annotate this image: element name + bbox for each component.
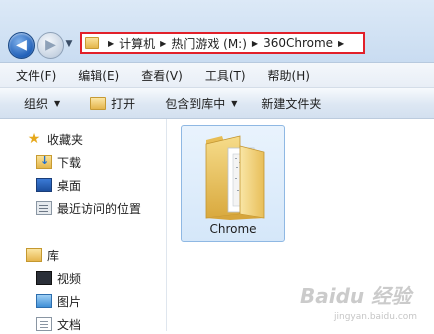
- sidebar-item-label: 视频: [57, 271, 82, 286]
- chevron-right-icon[interactable]: ▶: [252, 39, 258, 48]
- breadcrumb-folder[interactable]: 360Chrome: [263, 36, 333, 50]
- watermark-url: jingyan.baidu.com: [334, 312, 418, 322]
- sidebar-item-label: 图片: [57, 294, 82, 309]
- recent-pages-dropdown[interactable]: ▼: [64, 38, 74, 50]
- include-in-library-button[interactable]: 包含到库中 ▼: [165, 95, 237, 112]
- sidebar-item-label: 最近访问的位置: [57, 201, 142, 216]
- command-bar: 组织 ▼ 打开 包含到库中 ▼ 新建文件夹: [0, 88, 434, 119]
- menu-view[interactable]: 查看(V): [125, 67, 189, 84]
- library-icon: [26, 248, 42, 262]
- desktop-icon: [36, 178, 52, 192]
- picture-library-icon: [36, 294, 52, 308]
- folder-icon: [85, 37, 99, 49]
- downloads-folder-icon: [36, 154, 52, 169]
- new-folder-label: 新建文件夹: [261, 96, 322, 111]
- chevron-right-icon[interactable]: ▶: [160, 39, 166, 48]
- menu-help[interactable]: 帮助(H): [252, 67, 316, 84]
- sidebar-item-libraries[interactable]: 库: [26, 245, 59, 265]
- sidebar-item-documents[interactable]: 文档: [36, 314, 81, 334]
- folder-name: Chrome: [209, 222, 257, 236]
- caret-down-icon: ▼: [231, 98, 238, 108]
- organize-button[interactable]: 组织 ▼: [24, 95, 60, 112]
- caret-down-icon: ▼: [54, 98, 61, 108]
- back-button[interactable]: ◀: [8, 32, 35, 59]
- sidebar-item-label: 文档: [57, 317, 82, 332]
- new-folder-button[interactable]: 新建文件夹: [261, 95, 321, 112]
- sidebar-item-label: 桌面: [57, 178, 82, 193]
- include-in-library-label: 包含到库中: [165, 96, 226, 111]
- menu-bar: 文件(F) 编辑(E) 查看(V) 工具(T) 帮助(H): [0, 63, 434, 88]
- sidebar-item-downloads[interactable]: 下载: [36, 152, 81, 172]
- title-bar: ◀ ▶ ▼ ▶ 计算机 ▶ 热门游戏 (M:) ▶ 360Chrome ▶: [0, 0, 434, 63]
- sidebar-item-videos[interactable]: 视频: [36, 268, 81, 288]
- chevron-right-icon[interactable]: ▶: [338, 39, 344, 48]
- menu-edit[interactable]: 编辑(E): [62, 67, 125, 84]
- open-label: 打开: [111, 96, 136, 111]
- navigation-pane: ★ 收藏夹 下载 桌面 最近访问的位置 库 视频 图片 文档: [0, 119, 167, 334]
- address-bar[interactable]: ▶ 计算机 ▶ 热门游戏 (M:) ▶ 360Chrome ▶: [80, 32, 365, 54]
- open-button[interactable]: 打开: [90, 95, 135, 112]
- menu-tools[interactable]: 工具(T): [189, 67, 252, 84]
- star-icon: ★: [27, 131, 41, 147]
- folder-icon: [205, 135, 265, 220]
- back-arrow-icon: ◀: [16, 37, 27, 53]
- forward-button[interactable]: ▶: [37, 32, 64, 59]
- sidebar-item-label: 收藏夹: [47, 132, 84, 147]
- sidebar-item-desktop[interactable]: 桌面: [36, 175, 81, 195]
- document-library-icon: [36, 317, 52, 331]
- breadcrumb-drive[interactable]: 热门游戏 (M:): [171, 35, 247, 52]
- sidebar-item-favorites[interactable]: ★ 收藏夹: [26, 129, 83, 149]
- chevron-right-icon[interactable]: ▶: [108, 39, 114, 48]
- file-list: Chrome: [167, 119, 434, 331]
- open-folder-icon: [90, 96, 107, 110]
- organize-label: 组织: [24, 96, 49, 111]
- sidebar-item-recent[interactable]: 最近访问的位置: [36, 198, 141, 218]
- folder-item[interactable]: Chrome: [181, 125, 285, 242]
- recent-places-icon: [36, 201, 52, 215]
- menu-file[interactable]: 文件(F): [0, 67, 62, 84]
- breadcrumb-computer[interactable]: 计算机: [119, 35, 155, 52]
- sidebar-item-label: 下载: [57, 155, 82, 170]
- sidebar-item-label: 库: [47, 248, 60, 263]
- forward-arrow-icon: ▶: [45, 37, 56, 53]
- video-library-icon: [36, 271, 52, 285]
- sidebar-item-pictures[interactable]: 图片: [36, 291, 81, 311]
